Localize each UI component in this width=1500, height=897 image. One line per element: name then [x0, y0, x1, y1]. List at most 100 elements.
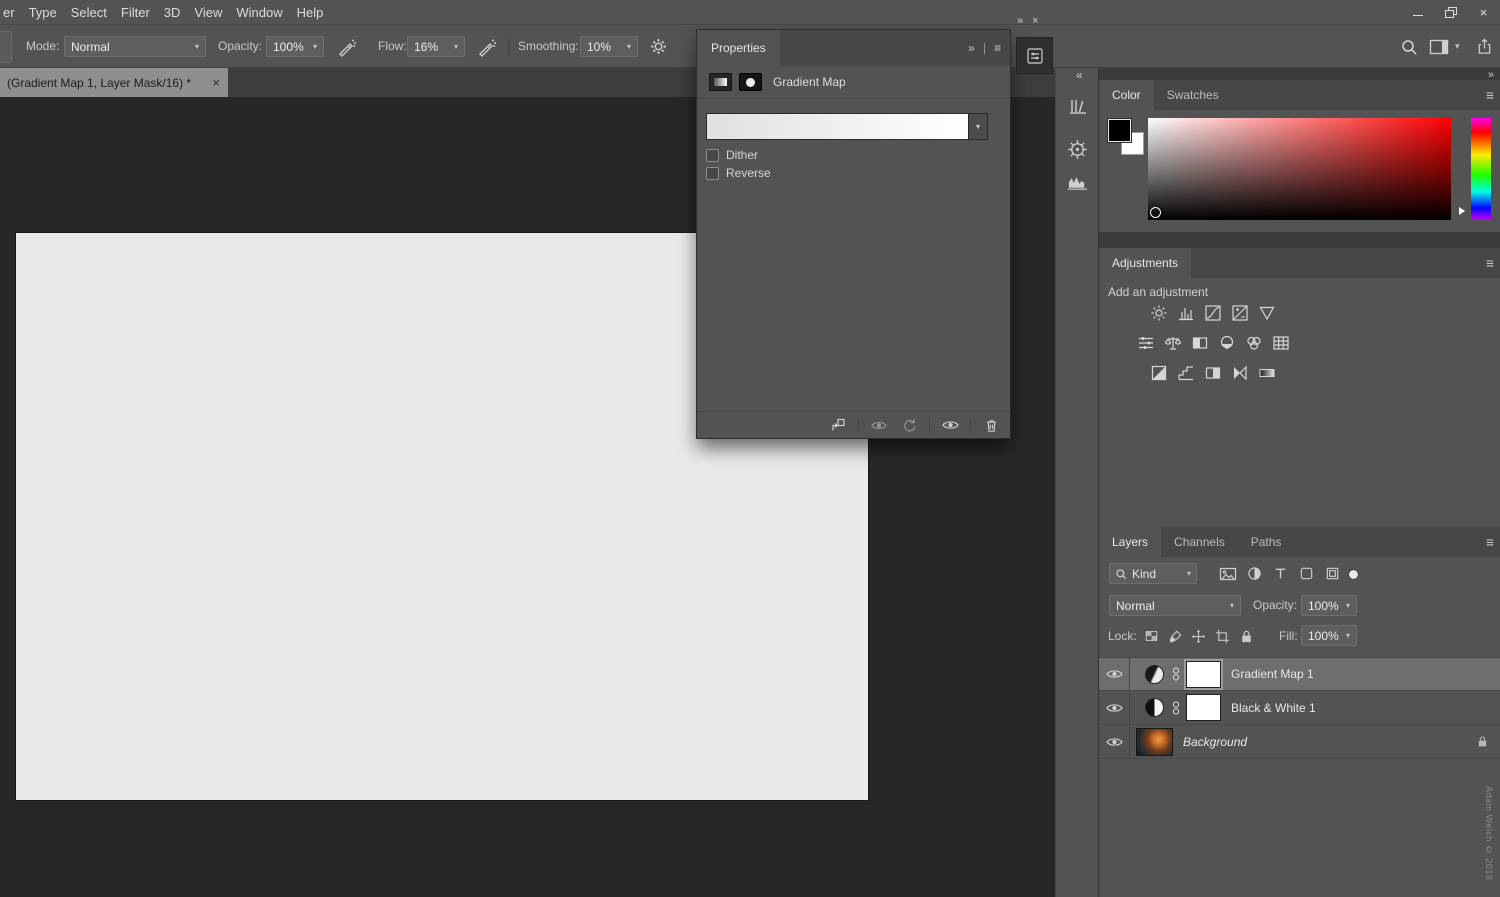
adjustment-posterize-icon[interactable] [1176, 363, 1196, 382]
restore-button[interactable] [1434, 0, 1467, 25]
adjustment-vibrance-icon[interactable] [1257, 303, 1277, 322]
adjustment-layer-thumbnail[interactable] [1145, 665, 1164, 684]
adjustment-layer-thumbnail[interactable] [1145, 698, 1164, 717]
lock-artboard-icon[interactable] [1212, 626, 1232, 646]
menu-item-layer-cut[interactable]: er [3, 5, 15, 20]
delete-adjustment-icon[interactable] [981, 416, 1001, 434]
layer-fill-select[interactable]: 100% ▾ [1301, 625, 1357, 646]
smoothing-settings-gear-icon[interactable] [646, 34, 671, 59]
filter-type-layers-icon[interactable] [1269, 563, 1291, 584]
adjustment-color-lookup-icon[interactable] [1271, 333, 1291, 352]
lock-pixels-icon[interactable] [1165, 626, 1185, 646]
filter-pixel-layers-icon[interactable] [1217, 563, 1239, 584]
search-icon[interactable] [1396, 34, 1421, 59]
filter-shape-layers-icon[interactable] [1295, 563, 1317, 584]
collapse-panel-icon[interactable]: » [968, 41, 975, 55]
layer-mask-thumbnail[interactable] [1186, 694, 1221, 721]
layer-name[interactable]: Background [1183, 735, 1247, 749]
filter-toggle[interactable] [1348, 569, 1359, 580]
navigator-panel-icon[interactable] [1065, 137, 1090, 162]
reset-to-defaults-icon[interactable] [899, 416, 919, 434]
collapse-panels-icon[interactable]: » [1488, 69, 1494, 81]
adjustment-levels-icon[interactable] [1176, 303, 1196, 322]
brush-blend-mode-select[interactable]: Normal ▾ [64, 36, 206, 57]
adjustment-exposure-icon[interactable] [1230, 303, 1250, 322]
lock-all-icon[interactable] [1236, 626, 1256, 646]
layer-row-gradient-map[interactable]: Gradient Map 1 [1099, 657, 1500, 691]
filter-adjustment-layers-icon[interactable] [1243, 563, 1265, 584]
gradient-preview[interactable] [706, 113, 969, 140]
share-icon[interactable] [1472, 34, 1497, 59]
close-button[interactable]: × [1467, 0, 1500, 25]
adjustment-brightness-contrast-icon[interactable] [1149, 303, 1169, 322]
tab-paths[interactable]: Paths [1238, 527, 1295, 557]
adjustment-invert-icon[interactable] [1149, 363, 1169, 382]
view-previous-state-icon[interactable] [869, 416, 889, 434]
toggle-visibility-icon[interactable] [940, 416, 960, 434]
menu-item-select[interactable]: Select [71, 5, 107, 20]
lock-transparency-icon[interactable] [1141, 626, 1161, 646]
layer-visibility-toggle[interactable] [1099, 691, 1130, 724]
adjustment-black-white-icon[interactable] [1190, 333, 1210, 352]
panel-menu-icon[interactable]: ≡ [1486, 527, 1494, 557]
brush-flow-select[interactable]: 16% ▾ [407, 36, 465, 57]
adjustment-selective-color-icon[interactable] [1230, 363, 1250, 382]
lock-position-icon[interactable] [1188, 626, 1208, 646]
menu-item-3d[interactable]: 3D [164, 5, 181, 20]
layer-row-black-white[interactable]: Black & White 1 [1099, 691, 1500, 725]
pressure-opacity-icon[interactable] [334, 34, 359, 59]
foreground-color-swatch[interactable] [1108, 119, 1131, 142]
color-picker-cursor[interactable] [1150, 207, 1161, 218]
dither-checkbox[interactable]: Dither [706, 148, 758, 162]
menu-item-view[interactable]: View [194, 5, 222, 20]
gradient-picker-arrow[interactable]: ▾ [969, 113, 988, 140]
panel-menu-icon[interactable]: ≡ [1486, 80, 1494, 110]
menu-item-window[interactable]: Window [236, 5, 282, 20]
minimize-button[interactable] [1401, 0, 1434, 25]
brush-tool-preset-icon[interactable] [0, 31, 12, 63]
filter-kind-select[interactable]: Kind ▾ [1109, 563, 1197, 584]
hue-slider[interactable] [1471, 118, 1491, 220]
adjustment-threshold-icon[interactable] [1203, 363, 1223, 382]
smoothing-select[interactable]: 10% ▾ [580, 36, 638, 57]
workspace-chevron-icon[interactable]: ▾ [1455, 25, 1460, 67]
menu-item-help[interactable]: Help [297, 5, 324, 20]
menu-item-type[interactable]: Type [29, 5, 57, 20]
adjustment-curves-icon[interactable] [1203, 303, 1223, 322]
clip-to-layer-icon[interactable] [828, 416, 848, 434]
filter-smart-objects-icon[interactable] [1321, 563, 1343, 584]
layer-blend-mode-select[interactable]: Normal ▾ [1109, 595, 1241, 616]
layer-name[interactable]: Black & White 1 [1231, 701, 1316, 715]
layer-visibility-toggle[interactable] [1099, 658, 1130, 690]
airbrush-icon[interactable] [474, 34, 499, 59]
close-tab-icon[interactable]: × [212, 75, 220, 90]
layer-opacity-select[interactable]: 100% ▾ [1301, 595, 1357, 616]
tab-adjustments[interactable]: Adjustments [1099, 248, 1191, 278]
panel-menu-icon[interactable]: ≡ [1486, 248, 1494, 278]
collapse-dock-icon[interactable]: » [1017, 15, 1023, 27]
menu-item-filter[interactable]: Filter [121, 5, 150, 20]
adjustment-color-balance-icon[interactable] [1163, 333, 1183, 352]
layer-name[interactable]: Gradient Map 1 [1231, 667, 1314, 681]
properties-dock-icon[interactable] [1016, 37, 1053, 74]
tab-channels[interactable]: Channels [1161, 527, 1238, 557]
tab-color[interactable]: Color [1099, 80, 1154, 110]
adjustment-channel-mixer-icon[interactable] [1244, 333, 1264, 352]
adjustment-gradient-map-icon[interactable] [1257, 363, 1277, 382]
tab-swatches[interactable]: Swatches [1154, 80, 1232, 110]
expand-panels-icon[interactable]: « [1076, 68, 1083, 82]
histogram-panel-icon[interactable] [1065, 169, 1090, 194]
reverse-checkbox[interactable]: Reverse [706, 166, 771, 180]
layer-row-background[interactable]: Background [1099, 725, 1500, 759]
document-tab[interactable]: (Gradient Map 1, Layer Mask/16) * × [0, 68, 228, 97]
libraries-panel-icon[interactable] [1065, 93, 1090, 118]
panel-menu-icon[interactable]: ≡ [994, 41, 1001, 55]
saturation-brightness-box[interactable] [1148, 118, 1451, 220]
close-dock-icon[interactable]: × [1032, 15, 1038, 27]
layer-mask-thumbnail[interactable] [1186, 661, 1221, 688]
tab-properties[interactable]: Properties [697, 30, 780, 66]
tab-layers[interactable]: Layers [1099, 527, 1161, 557]
layer-thumbnail[interactable] [1136, 728, 1173, 756]
adjustment-photo-filter-icon[interactable] [1217, 333, 1237, 352]
layer-visibility-toggle[interactable] [1099, 725, 1130, 758]
